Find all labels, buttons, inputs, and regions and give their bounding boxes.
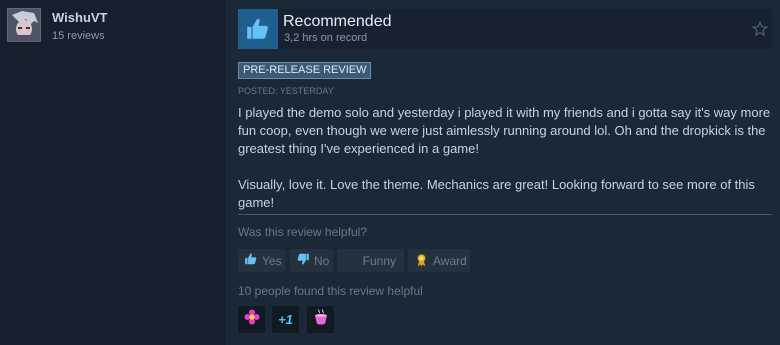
helpful-question: Was this review helpful? — [238, 225, 367, 239]
reviewer-panel: WishuVT 15 reviews — [0, 0, 225, 345]
award-plus-one[interactable]: +1 — [272, 306, 299, 333]
thumbs-up-icon — [238, 9, 278, 49]
avatar[interactable] — [7, 8, 41, 42]
vote-funny-label: Funny — [362, 253, 396, 268]
review-body: I played the demo solo and yesterday i p… — [238, 104, 772, 212]
plus-one-award-icon: +1 — [278, 312, 293, 327]
thumbs-up-icon — [244, 252, 258, 269]
found-helpful-text: 10 people found this review helpful — [238, 284, 423, 298]
review-count[interactable]: 15 reviews — [52, 30, 105, 42]
award-label: Award — [433, 253, 467, 268]
vote-no-button[interactable]: No — [290, 249, 333, 272]
award-button[interactable]: Award — [408, 249, 470, 272]
award-medal-icon — [414, 252, 429, 270]
award-flower[interactable] — [238, 306, 265, 333]
avatar-image — [8, 9, 40, 41]
username[interactable]: WishuVT — [52, 10, 108, 25]
review-paragraph: I played the demo solo and yesterday i p… — [238, 105, 771, 156]
vote-yes-label: Yes — [262, 253, 282, 268]
pre-release-badge: PRE-RELEASE REVIEW — [238, 62, 372, 79]
vote-yes-button[interactable]: Yes — [238, 249, 285, 272]
thumbs-down-icon — [296, 252, 310, 269]
hours-on-record: 3,2 hrs on record — [284, 32, 368, 44]
review-paragraph: Visually, love it. Love the theme. Mecha… — [238, 177, 755, 210]
star-icon[interactable] — [751, 20, 769, 42]
vote-header[interactable]: Recommended 3,2 hrs on record — [238, 9, 772, 49]
award-cup[interactable] — [307, 306, 334, 333]
cup-award-icon — [312, 308, 330, 331]
divider — [238, 214, 772, 215]
vote-no-label: No — [314, 253, 330, 268]
review-panel: Recommended 3,2 hrs on record PRE-RELEAS… — [225, 0, 780, 345]
posted-date: POSTED: YESTERDAY — [238, 86, 334, 96]
vote-funny-button[interactable]: Funny — [337, 249, 404, 272]
flower-award-icon — [243, 308, 261, 331]
review-verdict[interactable]: Recommended — [283, 13, 392, 31]
